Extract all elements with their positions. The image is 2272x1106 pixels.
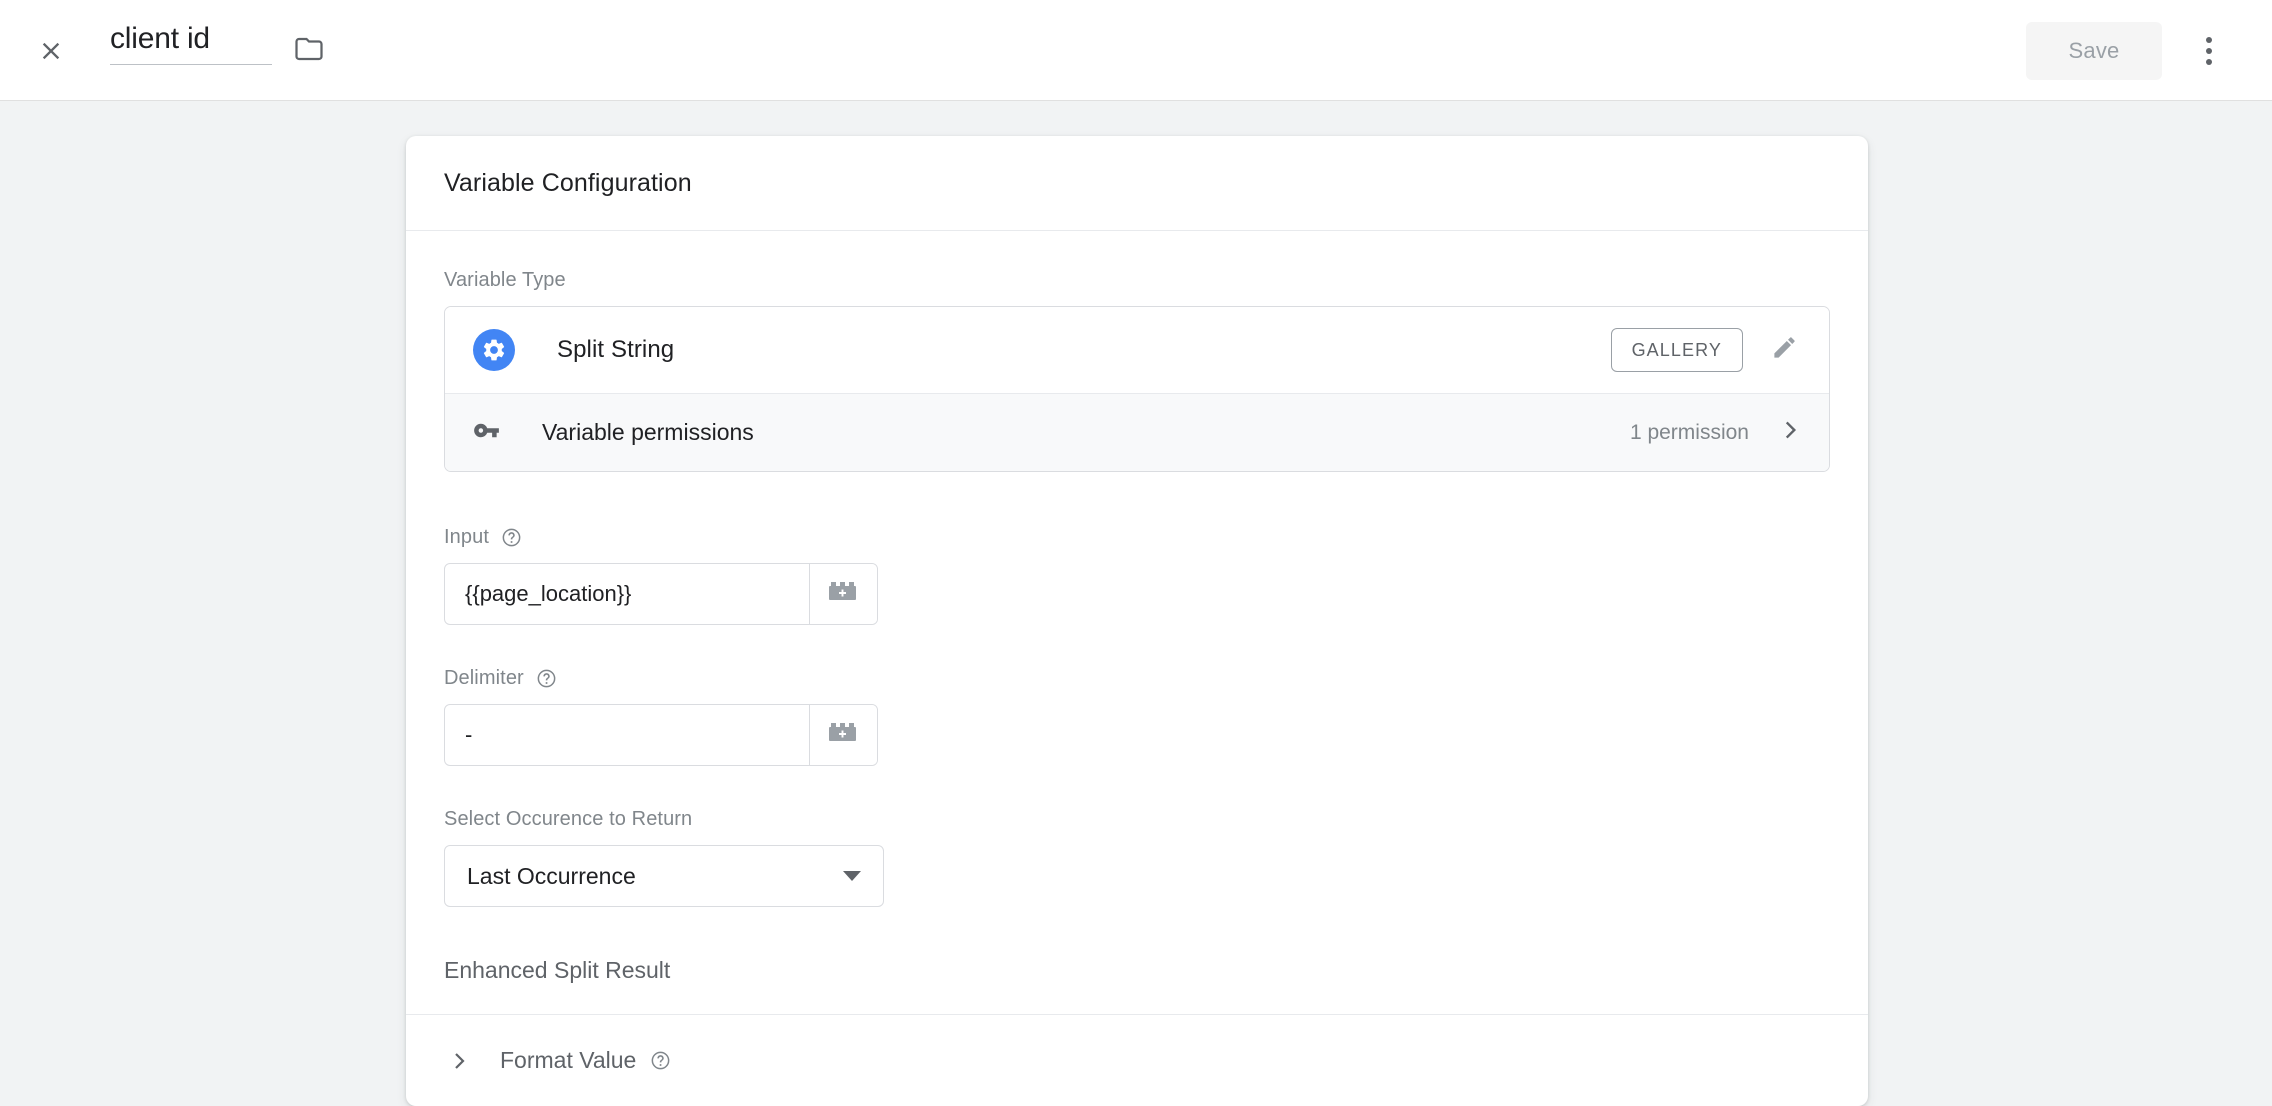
format-value-label-wrap: Format Value: [500, 1047, 671, 1074]
name-input-underline: [110, 64, 272, 65]
folder-icon: [294, 34, 324, 69]
pencil-icon: [1771, 334, 1798, 366]
variable-configuration-card: Variable Configuration Variable Type Spl…: [406, 136, 1868, 1106]
close-icon: [37, 37, 65, 65]
chevron-right-icon: [444, 1049, 474, 1073]
more-vert-icon-dot: [2206, 37, 2212, 43]
variable-name-field[interactable]: [110, 22, 272, 65]
help-circle-icon[interactable]: [501, 527, 522, 548]
occurrence-select-value: Last Occurrence: [467, 862, 636, 889]
save-button[interactable]: Save: [2026, 22, 2162, 80]
card-header: Variable Configuration: [406, 136, 1868, 231]
variable-picker-icon: [827, 719, 861, 752]
gallery-button[interactable]: GALLERY: [1610, 328, 1743, 372]
delimiter-variable-picker-button[interactable]: [809, 705, 877, 765]
more-vert-icon-dot: [2206, 48, 2212, 54]
format-value-section[interactable]: Format Value: [406, 1014, 1868, 1106]
close-button[interactable]: [33, 33, 69, 69]
variable-type-box: Split String GALLERY Variable permission…: [444, 306, 1830, 472]
delimiter-field-group[interactable]: [444, 704, 878, 766]
help-circle-icon[interactable]: [536, 668, 557, 689]
more-options-button[interactable]: [2190, 32, 2228, 70]
variable-type-label: Variable Type: [444, 269, 566, 291]
input-field-block: Input: [444, 526, 1830, 625]
delimiter-field-label-text: Delimiter: [444, 667, 524, 689]
card-body: Variable Type Split String GALLERY Varia…: [406, 231, 1868, 1014]
gear-icon: [473, 329, 515, 371]
input-field-label: Input: [444, 526, 1830, 549]
variable-permissions-row[interactable]: Variable permissions 1 permission: [445, 393, 1829, 471]
occurrence-field-block: Select Occurence to Return Last Occurren…: [444, 808, 1830, 907]
card-title: Variable Configuration: [444, 168, 692, 197]
delimiter-field-input[interactable]: [445, 705, 809, 765]
variable-type-row[interactable]: Split String GALLERY: [445, 307, 1829, 393]
help-circle-icon[interactable]: [650, 1050, 671, 1071]
enhanced-split-result-heading: Enhanced Split Result: [444, 957, 671, 983]
input-field-group[interactable]: [444, 563, 878, 625]
format-value-label: Format Value: [500, 1047, 637, 1073]
variable-permissions-label: Variable permissions: [542, 419, 754, 445]
key-icon: [473, 417, 500, 449]
variable-type-name: Split String: [557, 336, 675, 363]
occurrence-select[interactable]: Last Occurrence: [444, 845, 884, 907]
input-field-input[interactable]: [445, 564, 809, 624]
more-vert-icon-dot: [2206, 59, 2212, 65]
delimiter-field-block: Delimiter: [444, 667, 1830, 766]
edit-variable-type-button[interactable]: [1757, 323, 1811, 377]
delimiter-field-label: Delimiter: [444, 667, 1830, 690]
variable-picker-icon: [827, 578, 861, 611]
folder-button[interactable]: [291, 33, 327, 69]
chevron-down-icon: [843, 871, 861, 881]
variable-name-input[interactable]: [110, 22, 272, 64]
occurrence-field-label: Select Occurence to Return: [444, 808, 693, 830]
top-app-bar: Save: [0, 0, 2272, 101]
chevron-right-icon: [1777, 417, 1803, 448]
input-variable-picker-button[interactable]: [809, 564, 877, 624]
permission-count: 1 permission: [1629, 420, 1749, 444]
input-field-label-text: Input: [444, 526, 489, 548]
